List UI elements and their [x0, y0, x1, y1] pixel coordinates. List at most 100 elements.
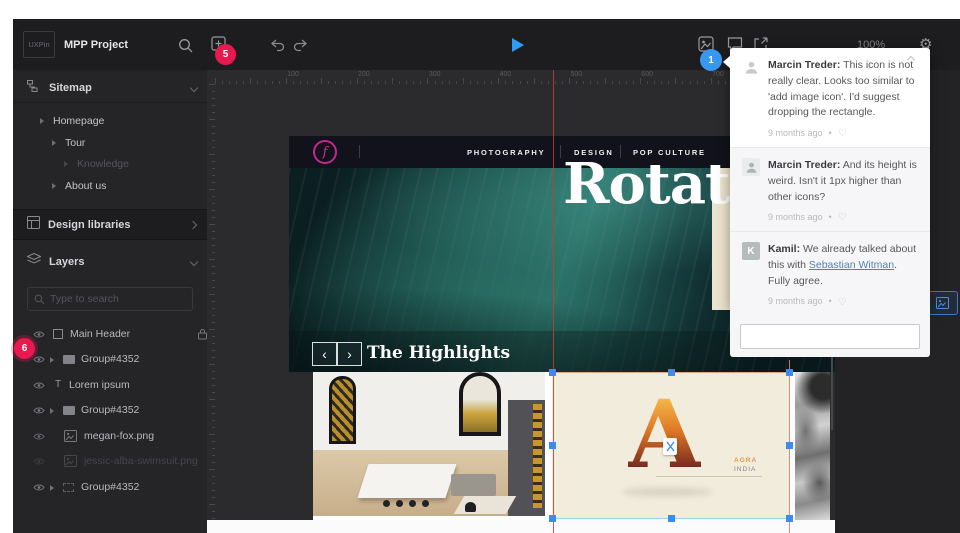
comment-item: Marcin Treder: This icon is not really c… — [730, 48, 930, 147]
comment-author: Marcin Treder: — [768, 159, 840, 171]
eye-icon[interactable] — [33, 406, 45, 418]
undo-icon[interactable] — [269, 39, 286, 57]
comment-author: Marcin Treder: — [768, 59, 840, 71]
stool — [383, 500, 390, 507]
eye-icon[interactable] — [33, 381, 45, 393]
design-highlights-title: The Highlights — [367, 343, 510, 363]
caret-icon[interactable] — [40, 118, 44, 124]
sitemap-page-about-us[interactable]: About us — [65, 180, 106, 192]
image-icon — [64, 455, 77, 470]
comment-time: 9 months ago — [768, 127, 823, 141]
eye-icon[interactable] — [33, 483, 45, 495]
like-heart-icon[interactable]: ♡ — [838, 295, 847, 310]
caret-icon[interactable] — [50, 485, 54, 491]
comment-time: 9 months ago — [768, 295, 823, 309]
redo-icon[interactable] — [292, 39, 309, 57]
uxpin-logo[interactable]: UXPin — [23, 31, 55, 58]
rug — [454, 496, 516, 514]
layer-row-group[interactable]: Group#4352 — [13, 400, 207, 422]
stool — [396, 500, 403, 507]
image-fill-button[interactable] — [926, 291, 958, 315]
comment-author: Kamil: — [768, 243, 800, 255]
text-icon: T — [55, 379, 61, 390]
layer-row-main-header[interactable]: Main Header — [13, 324, 207, 346]
user-avatar-icon — [742, 158, 760, 176]
design-libraries-icon — [27, 216, 40, 234]
stained-glass-window — [329, 376, 356, 444]
sitemap-section[interactable]: Sitemap — [13, 74, 207, 103]
kitchen-island — [357, 464, 456, 498]
caret-icon[interactable] — [64, 161, 68, 167]
user-mention-link[interactable]: Sebastian Witman — [809, 259, 894, 271]
caret-icon[interactable] — [50, 408, 54, 414]
comments-popup: Marcin Treder: This icon is not really c… — [730, 48, 930, 310]
carousel-next-button[interactable]: › — [337, 342, 362, 366]
layer-row-group[interactable]: Group#4352 — [13, 477, 207, 499]
design-site-logo[interactable]: f — [313, 140, 337, 164]
layer-row-lorem-ipsum[interactable]: T Lorem ipsum — [13, 375, 207, 397]
eye-off-icon[interactable] — [33, 457, 45, 469]
selection-handle[interactable] — [668, 515, 675, 522]
uxpin-editor: UXPin MPP Project 5 1 100% ⚙ Sitemap Hom… — [0, 0, 960, 533]
selection-handle[interactable] — [549, 369, 556, 376]
design-card-interior-photo[interactable] — [313, 372, 545, 516]
stool — [409, 500, 416, 507]
chevron-down-icon[interactable] — [190, 84, 198, 92]
user-avatar-icon — [742, 58, 760, 76]
chevron-down-icon[interactable] — [190, 258, 198, 266]
selection-handle[interactable] — [786, 515, 793, 522]
rectangle-icon — [53, 329, 63, 339]
image-icon — [64, 430, 77, 445]
caret-icon[interactable] — [52, 183, 56, 189]
layers-section[interactable]: Layers — [13, 247, 207, 277]
sitemap-page-homepage[interactable]: Homepage — [53, 115, 104, 127]
selection-handle[interactable] — [786, 369, 793, 376]
selection-handle[interactable] — [668, 369, 675, 376]
agra-city-label: AGRA — [734, 457, 757, 464]
comment-reply-area — [730, 316, 930, 357]
comment-item: Marcin Treder: And its height is weird. … — [730, 148, 930, 231]
eye-icon[interactable] — [33, 330, 45, 342]
layers-search[interactable] — [27, 287, 193, 311]
eye-icon[interactable] — [33, 355, 45, 367]
like-heart-icon[interactable]: ♡ — [838, 210, 847, 225]
carousel-prev-button[interactable]: ‹ — [312, 342, 337, 366]
selection-handle[interactable] — [786, 442, 793, 449]
sofa — [451, 474, 496, 496]
layers-count-badge: 6 — [14, 338, 35, 359]
sitemap-icon — [27, 79, 41, 97]
selection-handle[interactable] — [549, 515, 556, 522]
design-libraries-section[interactable]: Design libraries — [13, 209, 207, 240]
design-headline[interactable]: Rotat — [563, 151, 730, 217]
selection-handle[interactable] — [549, 442, 556, 449]
caret-icon[interactable] — [52, 140, 56, 146]
comment-reply-input[interactable] — [740, 324, 920, 349]
sitemap-page-knowledge[interactable]: Knowledge — [77, 158, 129, 170]
insert-count-badge: 5 — [215, 44, 236, 65]
folder-icon — [63, 355, 75, 364]
layer-row-group[interactable]: Group#4352 — [13, 349, 207, 371]
nav-divider — [560, 145, 561, 158]
canvas-guide-line — [553, 70, 554, 533]
stool — [422, 500, 429, 507]
layer-row-megan-fox[interactable]: megan-fox.png — [13, 426, 207, 448]
edit-cursor-marker — [663, 438, 677, 455]
divider — [656, 476, 762, 477]
project-name: MPP Project — [64, 39, 128, 51]
eye-icon[interactable] — [33, 432, 45, 444]
sitemap-page-tour[interactable]: Tour — [65, 137, 85, 149]
chevron-right-icon[interactable] — [189, 220, 197, 228]
layers-search-input[interactable] — [50, 293, 180, 305]
agra-country-label: INDIA — [734, 466, 756, 473]
folder-icon — [63, 406, 75, 415]
layer-row-jessic-alba-hidden[interactable]: jessic-alba-swimsuit.png — [13, 451, 207, 473]
like-heart-icon[interactable]: ♡ — [838, 126, 847, 141]
design-nav-photography[interactable]: PHOTOGRAPHY — [467, 148, 545, 157]
search-icon[interactable] — [178, 38, 194, 59]
caret-icon[interactable] — [50, 357, 54, 363]
nav-divider — [359, 145, 360, 158]
comment-item: K Kamil: We already talked about this wi… — [730, 232, 930, 315]
vertical-ruler — [207, 84, 215, 533]
design-card-bw-photo[interactable] — [795, 372, 830, 520]
preview-play-button[interactable] — [512, 38, 524, 52]
